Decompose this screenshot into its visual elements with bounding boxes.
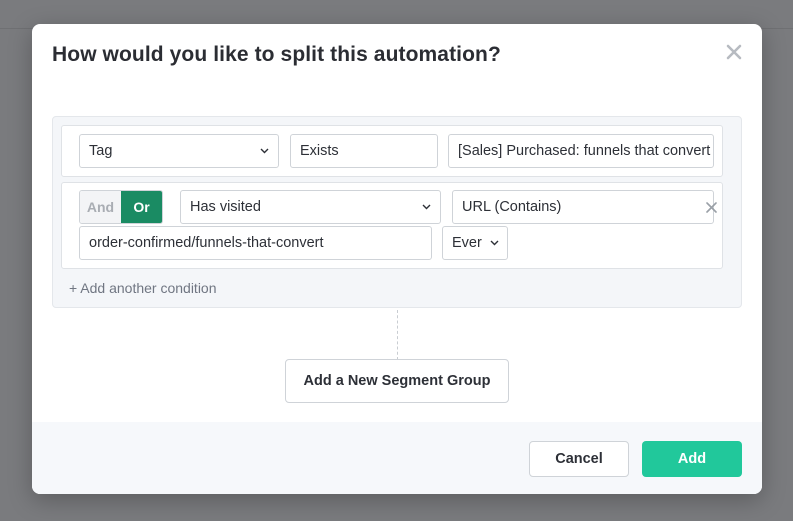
cancel-button[interactable]: Cancel <box>529 441 629 477</box>
url-operator-value: URL (Contains) <box>462 199 562 215</box>
condition-type-value: Tag <box>89 143 113 159</box>
close-icon[interactable] <box>722 40 746 64</box>
and-or-toggle[interactable]: And Or <box>79 190 163 224</box>
url-value-field[interactable]: order-confirmed/funnels-that-convert <box>79 226 432 260</box>
url-operator-field[interactable]: URL (Contains) <box>452 190 714 224</box>
modal-footer: Cancel Add <box>32 422 762 494</box>
condition-operator-field[interactable]: Exists <box>290 134 438 168</box>
url-value: order-confirmed/funnels-that-convert <box>89 235 324 251</box>
tag-value: [Sales] Purchased: funnels that convert <box>458 143 711 159</box>
add-condition-link[interactable]: + Add another condition <box>69 280 217 296</box>
segment-group: Tag Exists [Sales] Purchased: funnels th… <box>52 116 742 308</box>
group-connector-line <box>397 310 398 360</box>
or-option[interactable]: Or <box>121 191 162 223</box>
chevron-down-icon <box>490 240 499 246</box>
chevron-down-icon <box>260 148 269 154</box>
condition-row: Tag Exists [Sales] Purchased: funnels th… <box>61 125 723 177</box>
add-segment-group-button[interactable]: Add a New Segment Group <box>285 359 509 403</box>
split-automation-modal: How would you like to split this automat… <box>32 24 762 494</box>
condition-type-value: Has visited <box>190 199 261 215</box>
condition-operator-value: Exists <box>300 143 339 159</box>
chevron-down-icon <box>422 204 431 210</box>
condition-type-select[interactable]: Has visited <box>180 190 441 224</box>
condition-type-select[interactable]: Tag <box>79 134 279 168</box>
add-button[interactable]: Add <box>642 441 742 477</box>
tag-value-field[interactable]: [Sales] Purchased: funnels that convert <box>448 134 714 168</box>
condition-row: And Or Has visited URL (Contains) order-… <box>61 182 723 269</box>
and-option[interactable]: And <box>80 191 121 223</box>
timeframe-select[interactable]: Ever <box>442 226 508 260</box>
remove-condition-icon[interactable] <box>704 200 718 214</box>
timeframe-value: Ever <box>452 235 482 251</box>
modal-title: How would you like to split this automat… <box>52 43 501 66</box>
